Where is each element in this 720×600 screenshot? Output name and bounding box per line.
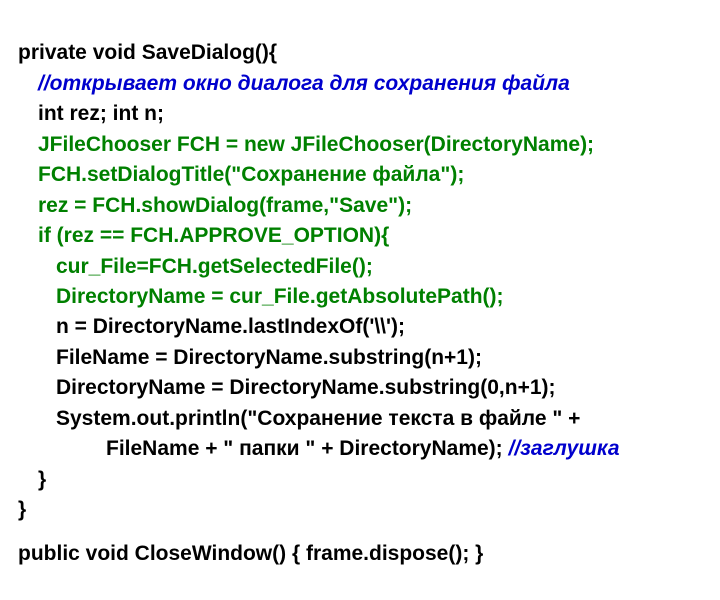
code-block: private void SaveDialog(){ //открывает о… <box>0 0 720 600</box>
line-12: System.out.println("Сохранение текста в … <box>18 404 702 434</box>
line-1-comment: //открывает окно диалога для сохранения … <box>18 69 702 99</box>
line-16: public void CloseWindow() { frame.dispos… <box>18 539 702 569</box>
line-13-comment: //заглушка <box>509 437 620 460</box>
line-2: int rez; int n; <box>18 99 702 129</box>
line-5: rez = FCH.showDialog(frame,"Save"); <box>18 191 702 221</box>
line-11: DirectoryName = DirectoryName.substring(… <box>18 373 702 403</box>
line-6: if (rez == FCH.APPROVE_OPTION){ <box>18 221 702 251</box>
line-3: JFileChooser FCH = new JFileChooser(Dire… <box>18 130 702 160</box>
line-13-code: FileName + " папки " + DirectoryName); <box>106 437 509 460</box>
line-8: DirectoryName = cur_File.getAbsolutePath… <box>18 282 702 312</box>
line-0: private void SaveDialog(){ <box>18 41 277 64</box>
line-9: n = DirectoryName.lastIndexOf('\\'); <box>18 312 702 342</box>
line-7: cur_File=FCH.getSelectedFile(); <box>18 252 702 282</box>
line-13: FileName + " папки " + DirectoryName); /… <box>18 434 702 464</box>
line-10: FileName = DirectoryName.substring(n+1); <box>18 343 702 373</box>
line-14: } <box>18 465 702 495</box>
line-4: FCH.setDialogTitle("Сохранение файла"); <box>18 160 702 190</box>
line-15: } <box>18 498 26 521</box>
